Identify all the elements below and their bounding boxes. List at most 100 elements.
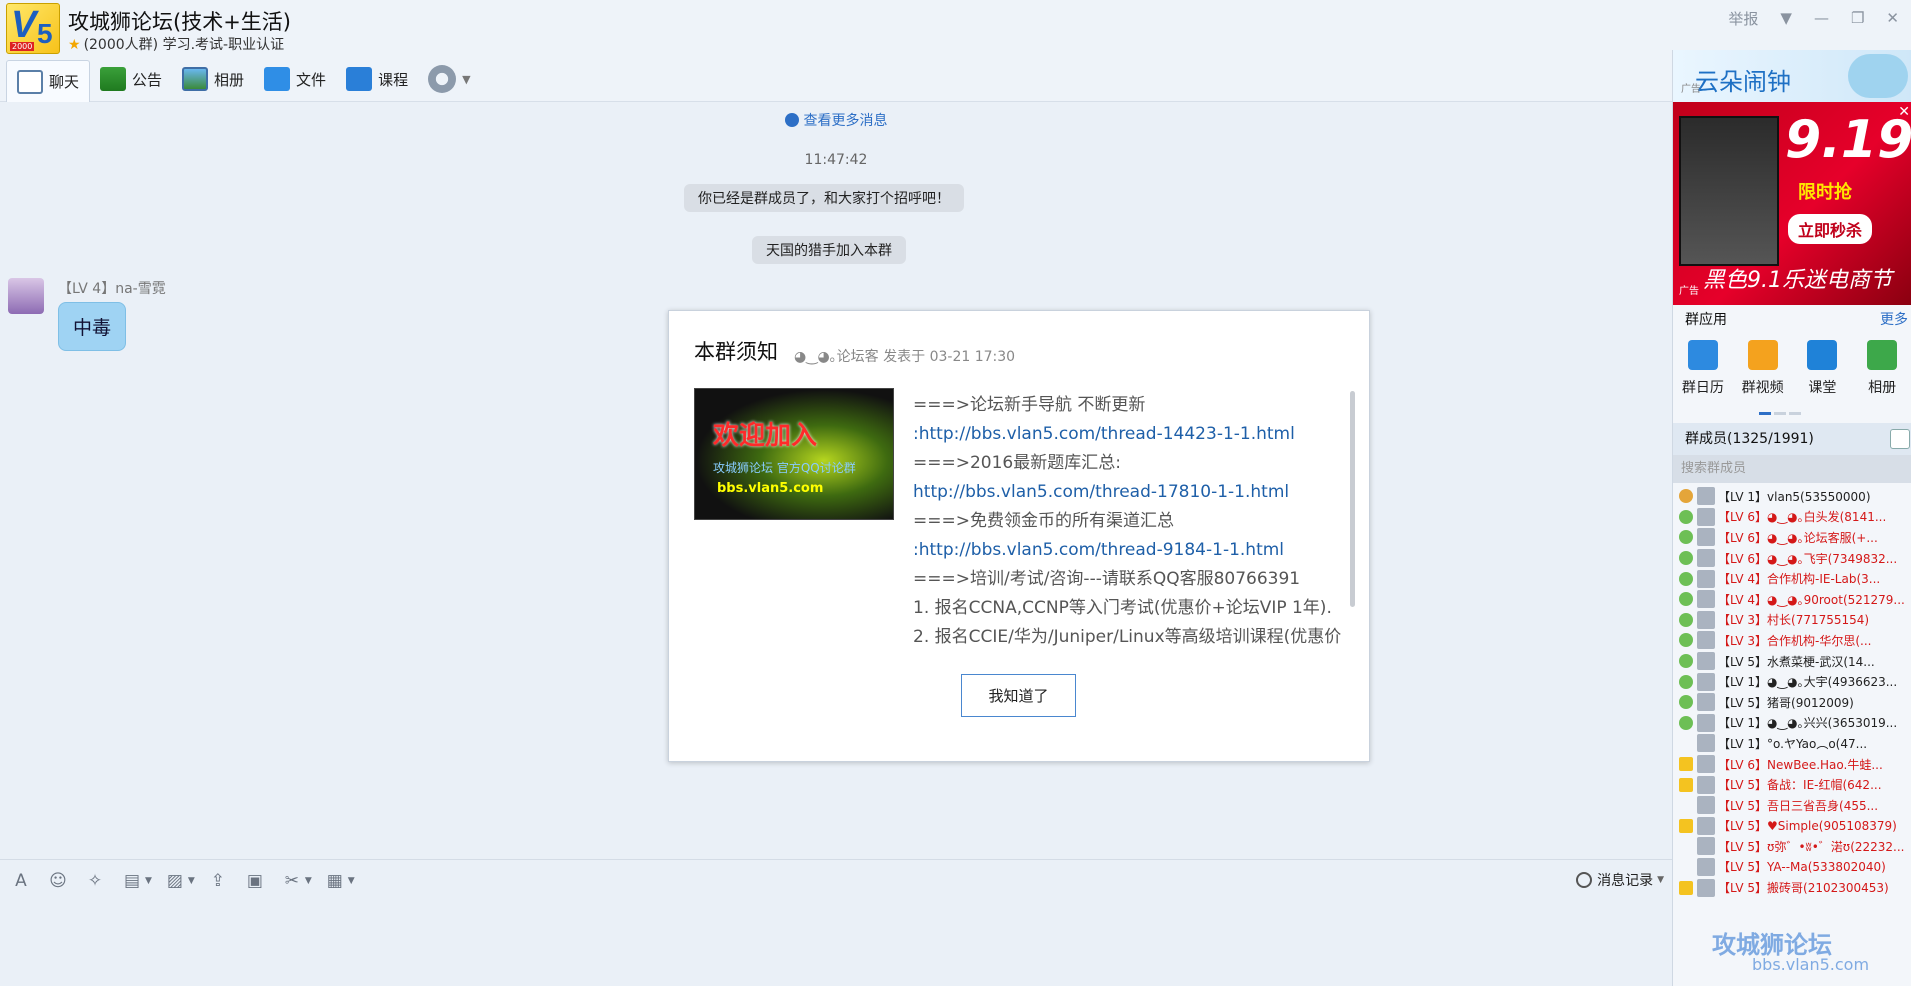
banner-url: bbs.vlan5.com — [717, 481, 824, 496]
tab-notice[interactable]: 公告 — [90, 58, 172, 100]
tab-notice-label: 公告 — [132, 70, 163, 89]
confirm-button[interactable]: 我知道了 — [961, 674, 1076, 717]
font-icon[interactable]: A — [10, 870, 32, 892]
member-name: 【LV 6】NewBee.Hao.牛蛙... — [1718, 757, 1883, 772]
member-row[interactable]: 【LV 1】◕‿◕｡兴兴(3653019... — [1673, 713, 1911, 734]
notice-scrollbar[interactable] — [1350, 391, 1355, 607]
notice-link[interactable]: :http://bbs.vlan5.com/thread-14423-1-1.h… — [913, 420, 1345, 449]
screenshot-icon[interactable]: ▤ — [121, 870, 143, 892]
member-row[interactable]: 【LV 5】备战：IE-红帽(642... — [1673, 774, 1911, 795]
chevron-down-icon[interactable]: ▼ — [305, 876, 312, 886]
search-icon[interactable] — [1890, 429, 1910, 449]
member-row[interactable]: 【LV 3】村长(771755154) — [1673, 610, 1911, 631]
avatar — [1697, 713, 1715, 732]
upload-icon[interactable]: ⇪ — [207, 870, 229, 892]
tab-album[interactable]: 相册 — [172, 58, 254, 100]
role-spacer — [1679, 798, 1693, 812]
member-row[interactable]: 【LV 4】◕‿◕｡90root(521279... — [1673, 589, 1911, 610]
report-button[interactable]: 举报 — [1728, 8, 1758, 29]
member-search-input[interactable]: 搜索群成员 — [1673, 455, 1911, 483]
tab-chat-label: 聊天 — [49, 73, 80, 91]
close-icon[interactable]: ✕ — [1886, 9, 1899, 27]
member-name: 【LV 6】◕‿◕｡飞宇(7349832... — [1718, 551, 1898, 566]
ad-banner-main[interactable]: 9.19 限时抢 立即秒杀 黑色9.1乐迷电商节 广告 ✕ — [1673, 102, 1911, 305]
close-icon[interactable]: ✕ — [1898, 104, 1910, 120]
member-row[interactable]: 【LV 1】vlan5(53550000) — [1673, 486, 1911, 507]
chevron-down-icon[interactable]: ▼ — [1780, 9, 1792, 27]
avatar — [1697, 857, 1715, 876]
tab-course[interactable]: 课程 — [336, 58, 418, 100]
video-icon — [1747, 340, 1778, 370]
tab-chat[interactable]: 聊天 — [6, 60, 91, 102]
gift-icon[interactable]: ▣ — [244, 870, 266, 892]
apps-more-link[interactable]: 更多 — [1880, 305, 1908, 335]
restore-icon[interactable]: ❐ — [1851, 9, 1864, 27]
member-row[interactable]: 【LV 1】◕‿◕｡大宇(4936623... — [1673, 671, 1911, 692]
chat-area: 查看更多消息 11:47:42 你已经是群成员了，和大家打个招呼吧！ 天国的猎手… — [0, 102, 1672, 859]
chevron-down-icon[interactable]: ▼ — [462, 73, 470, 86]
member-row[interactable]: 【LV 3】合作机构-华尔思(... — [1673, 630, 1911, 651]
avatar — [1697, 672, 1715, 691]
magic-icon[interactable]: ✧ — [84, 870, 106, 892]
member-row[interactable]: 【LV 6】◕‿◕｡论坛客服(+... — [1673, 527, 1911, 548]
avatar[interactable] — [8, 278, 44, 314]
app-video[interactable]: 群视频 — [1733, 340, 1793, 410]
chevron-down-icon[interactable]: ▼ — [145, 876, 152, 886]
minimize-icon[interactable]: — — [1814, 9, 1829, 27]
scissors-icon[interactable]: ✂ — [281, 870, 303, 892]
user-role-icon — [1679, 592, 1693, 607]
user-role-icon — [1679, 489, 1693, 504]
notice-body: ===>论坛新手导航 不断更新 :http://bbs.vlan5.com/th… — [913, 391, 1345, 649]
members-title: 群成员(1325/1991) — [1685, 431, 1814, 447]
more-tools-icon[interactable]: ▦ — [324, 870, 346, 892]
avatar — [1697, 837, 1715, 856]
ad-banner-top[interactable]: 云朵闹钟 广告 — [1673, 50, 1911, 102]
chevron-down-icon[interactable]: ▼ — [348, 876, 355, 886]
message-bubble[interactable]: 中毒 — [58, 302, 127, 351]
group-toolbar: 聊天 公告 相册 文件 课程 ▼ — [0, 57, 1672, 102]
message-input[interactable] — [0, 901, 1672, 986]
app-calendar[interactable]: 群日历 — [1673, 340, 1733, 410]
notice-line: ===>2016最新题库汇总: — [913, 453, 1121, 473]
emoji-icon[interactable]: ☺ — [47, 870, 69, 892]
member-row[interactable]: 【LV 1】°o.ヤYao︵o(47... — [1673, 733, 1911, 754]
member-row[interactable]: 【LV 5】搬砖哥(2102300453) — [1673, 877, 1911, 898]
tab-files[interactable]: 文件 — [254, 58, 336, 100]
star-icon — [1679, 880, 1693, 895]
member-name: 【LV 5】猪哥(9012009) — [1718, 695, 1854, 710]
avatar — [1697, 693, 1715, 712]
member-name: 【LV 1】◕‿◕｡大宇(4936623... — [1718, 675, 1898, 690]
message-history-button[interactable]: 消息记录 ▼ — [1576, 870, 1664, 890]
avatar — [1697, 610, 1715, 629]
member-row[interactable]: 【LV 5】水煮菜梗-武汉(14... — [1673, 651, 1911, 672]
member-row[interactable]: 【LV 5】猪哥(9012009) — [1673, 692, 1911, 713]
apps-pager[interactable] — [1759, 412, 1801, 415]
app-label: 群日历 — [1681, 380, 1724, 396]
app-album[interactable]: 相册 — [1852, 340, 1911, 410]
group-logo[interactable]: V5 2000 — [6, 3, 60, 54]
notice-link[interactable]: :http://bbs.vlan5.com/thread-9184-1-1.ht… — [913, 536, 1345, 565]
member-row[interactable]: 【LV 6】◕‿◕｡白头发(8141... — [1673, 507, 1911, 528]
member-row[interactable]: 【LV 5】ʊ弥゛•ʬ•゛渃ʊ(22232... — [1673, 836, 1911, 857]
chevron-down-icon[interactable]: ▼ — [188, 876, 195, 886]
member-row[interactable]: 【LV 6】◕‿◕｡飞宇(7349832... — [1673, 548, 1911, 569]
avatar — [1697, 528, 1715, 547]
tab-course-label: 课程 — [378, 70, 409, 89]
ad-grab-button[interactable]: 立即秒杀 — [1788, 214, 1873, 244]
clock-icon — [1576, 872, 1593, 888]
app-classroom[interactable]: 课堂 — [1793, 340, 1853, 410]
star-icon: ★ — [68, 37, 81, 53]
member-row[interactable]: 【LV 4】合作机构-IE-Lab(3... — [1673, 568, 1911, 589]
clock-icon — [784, 113, 799, 127]
member-row[interactable]: 【LV 5】♥Simple(905108379) — [1673, 816, 1911, 837]
member-row[interactable]: 【LV 5】YA--Ma(533802040) — [1673, 857, 1911, 878]
more-messages-link[interactable]: 查看更多消息 — [0, 110, 1672, 130]
member-name: 【LV 1】vlan5(53550000) — [1718, 489, 1871, 504]
member-row[interactable]: 【LV 5】吾日三省吾身(455... — [1673, 795, 1911, 816]
message-sender[interactable]: 【LV 4】na-雪霓 — [58, 278, 166, 298]
avatar — [1697, 569, 1715, 588]
notice-link[interactable]: http://bbs.vlan5.com/thread-17810-1-1.ht… — [913, 478, 1345, 507]
gear-icon[interactable] — [428, 65, 457, 93]
member-row[interactable]: 【LV 6】NewBee.Hao.牛蛙... — [1673, 754, 1911, 775]
image-icon[interactable]: ▨ — [164, 870, 186, 892]
